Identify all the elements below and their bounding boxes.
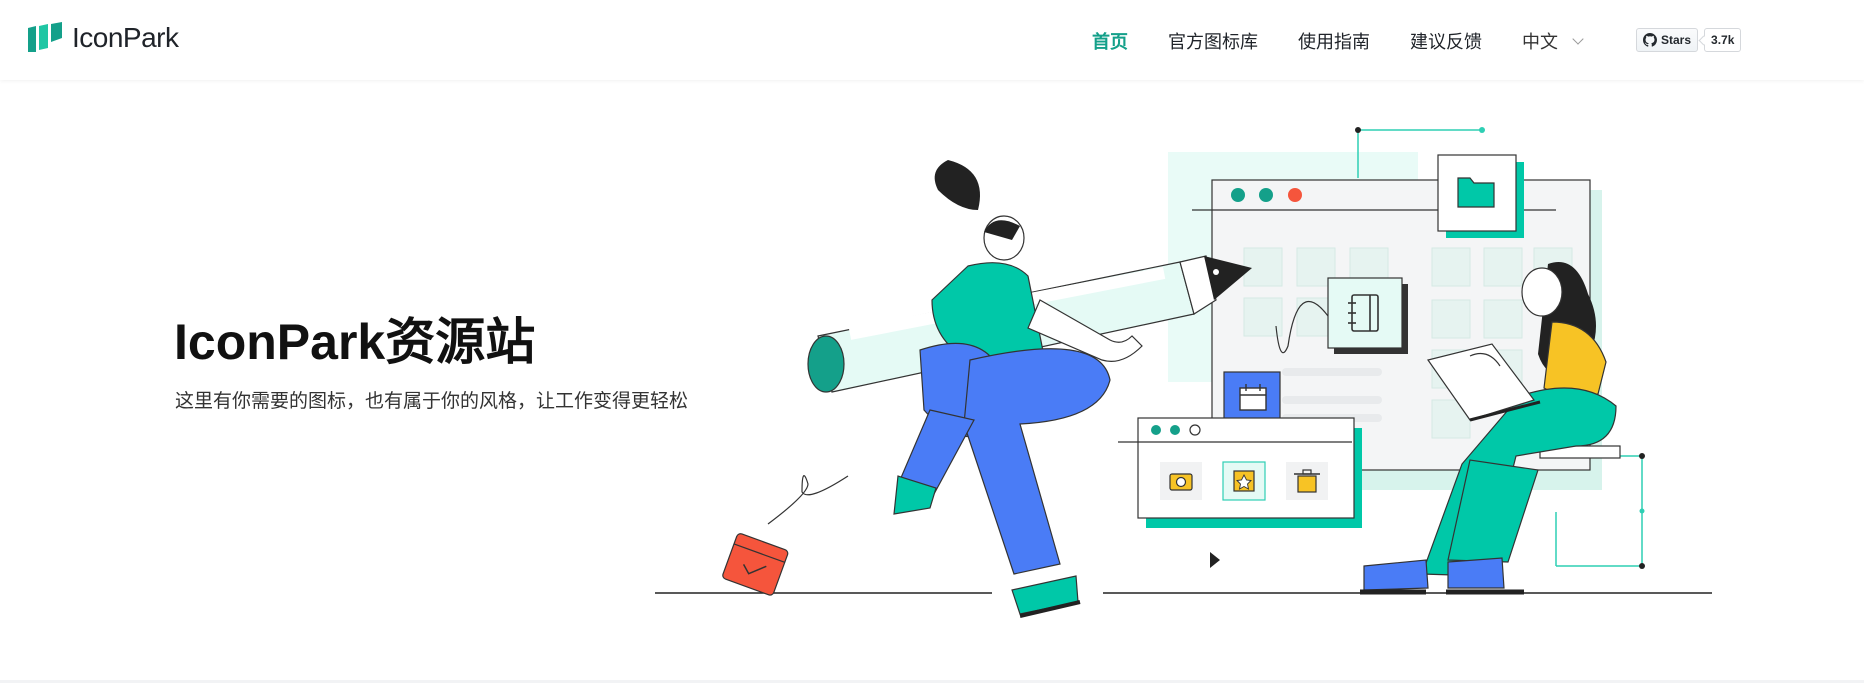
hero-illustration <box>655 127 1712 618</box>
red-calendar-icon <box>722 533 789 596</box>
camera-icon <box>1169 473 1193 491</box>
trash-icon <box>1294 469 1320 493</box>
star-icon <box>1233 470 1255 492</box>
calendar-icon <box>1239 384 1267 411</box>
cursor-icon <box>1210 552 1220 568</box>
running-woman-figure <box>893 160 1143 618</box>
